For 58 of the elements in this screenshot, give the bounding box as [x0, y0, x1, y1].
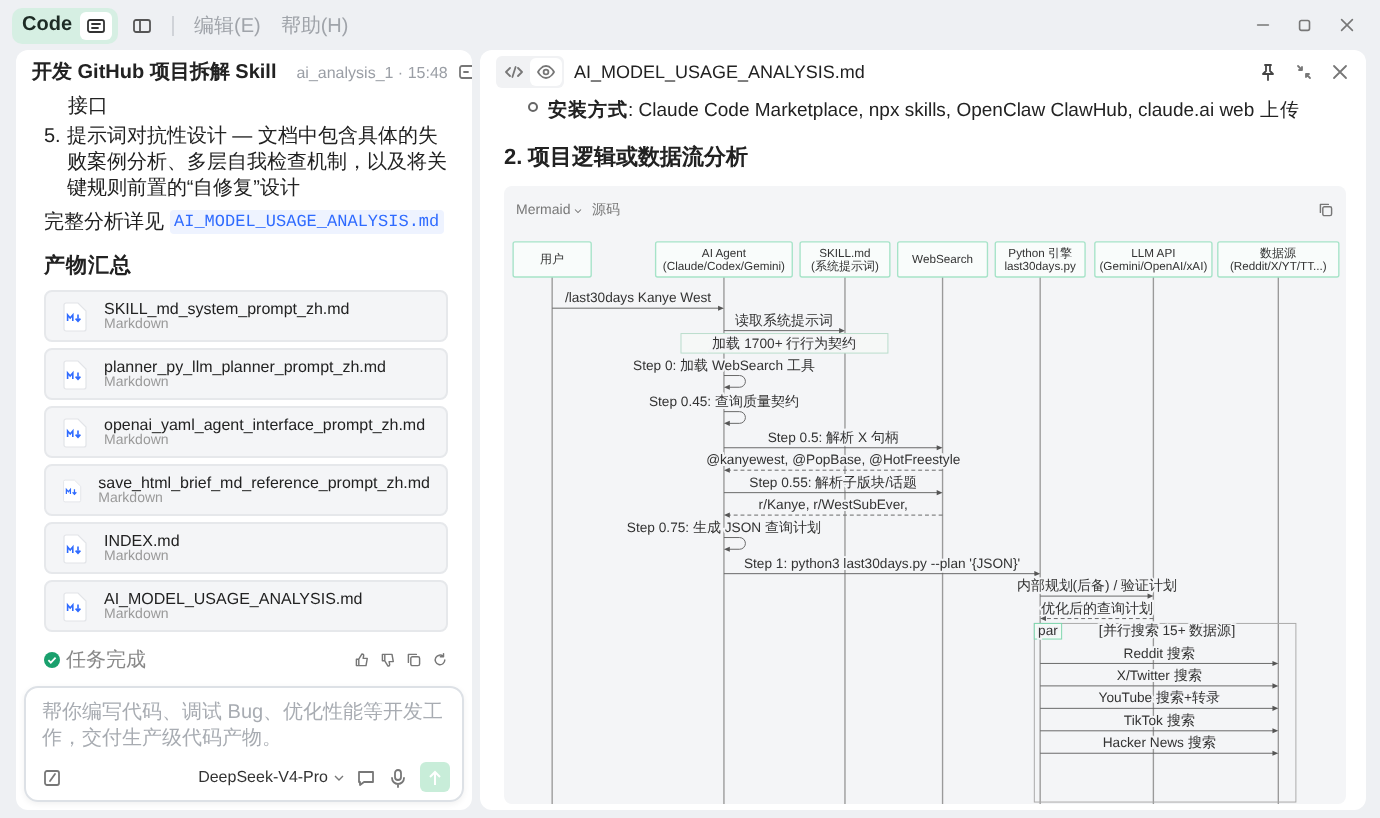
arrow-up-icon — [428, 769, 442, 785]
chat-title: 开发 GitHub 项目拆解 Skill — [32, 59, 277, 86]
copy-icon[interactable] — [406, 652, 422, 668]
message-text: 提示词对抗性设计 — 文档中包含具体的失败案例分析、多层自我检查机制，以及将关键规则前置的“自修复”设计 — [66, 124, 448, 202]
markdown-file-icon — [62, 533, 88, 563]
code-icon[interactable] — [504, 62, 524, 82]
close-icon[interactable] — [1338, 16, 1356, 34]
file-name: save_html_brief_md_reference_prompt_zh.md — [98, 474, 430, 492]
chat-meta: ai_analysis_1 · 15:48 — [296, 63, 448, 81]
thumbs-up-icon[interactable] — [354, 652, 370, 668]
message-arrow — [1040, 616, 1154, 622]
self-loop-arrow — [723, 411, 746, 426]
section-heading: 2. 项目逻辑或数据流分析 — [504, 143, 751, 172]
self-loop-arrow — [723, 537, 746, 552]
preview-button[interactable] — [530, 58, 562, 86]
message-arrow — [1039, 593, 1154, 599]
pin-icon[interactable] — [1258, 62, 1278, 82]
message-arrow — [723, 328, 845, 334]
microphone-icon[interactable] — [388, 767, 408, 787]
restore-icon[interactable] — [1296, 16, 1314, 34]
message-input[interactable]: 帮你编写代码、调试 Bug、优化性能等开发工作，交付生产级代码产物。 — [42, 700, 450, 756]
section-title: 产物汇总 — [44, 252, 134, 280]
caret-icon — [334, 773, 344, 781]
status-text: 任务完成 — [66, 647, 146, 674]
file-name: INDEX.md — [104, 532, 180, 550]
chat-icon[interactable] — [356, 767, 376, 787]
app-label: Code — [22, 14, 72, 36]
collapse-icon[interactable] — [1294, 62, 1314, 82]
markdown-file-icon — [62, 301, 88, 331]
edit-box-icon[interactable] — [42, 767, 62, 787]
close-icon[interactable] — [1330, 62, 1350, 82]
message-composer[interactable]: 帮你编写代码、调试 Bug、优化性能等开发工作，交付生产级代码产物。 DeepSeek-V4-Pro — [24, 686, 464, 802]
model-selector[interactable]: DeepSeek-V4-Pro — [198, 768, 344, 786]
terminal-icon[interactable] — [86, 15, 106, 35]
markdown-file-icon — [62, 475, 83, 505]
file-name: AI_MODEL_USAGE_ANALYSIS.md — [104, 590, 363, 608]
file-link[interactable]: AI_MODEL_USAGE_ANALYSIS.md — [170, 210, 444, 234]
self-loop-arrow — [723, 375, 746, 390]
refresh-icon[interactable] — [432, 652, 448, 668]
terminal-view-button[interactable] — [80, 11, 112, 39]
file-name: SKILL_md_system_prompt_zh.md — [104, 300, 350, 318]
bullet-text: 安装方式: Claude Code Marketplace, npx skills, OpenClaw ClawHub, claude.ai web 上传 — [548, 100, 1300, 124]
list-number: 5. — [44, 124, 61, 152]
sidebar-icon[interactable] — [132, 15, 152, 35]
markdown-file-icon — [62, 359, 88, 389]
check-icon — [44, 652, 60, 668]
caret-icon — [574, 207, 583, 213]
markdown-file-icon — [62, 417, 88, 447]
thumbs-down-icon[interactable] — [380, 652, 396, 668]
file-name: planner_py_llm_planner_prompt_zh.md — [104, 358, 386, 376]
message-text: 完整分析详见 — [44, 209, 164, 236]
markdown-file-icon — [62, 591, 88, 621]
eye-icon[interactable] — [536, 62, 556, 82]
panel-icon[interactable] — [457, 62, 472, 82]
message-text: 接口 — [66, 94, 110, 120]
file-name: openai_yaml_agent_interface_prompt_zh.md — [104, 416, 426, 434]
document-title: AI_MODEL_USAGE_ANALYSIS.md — [574, 62, 865, 82]
copy-icon[interactable] — [1318, 202, 1334, 218]
